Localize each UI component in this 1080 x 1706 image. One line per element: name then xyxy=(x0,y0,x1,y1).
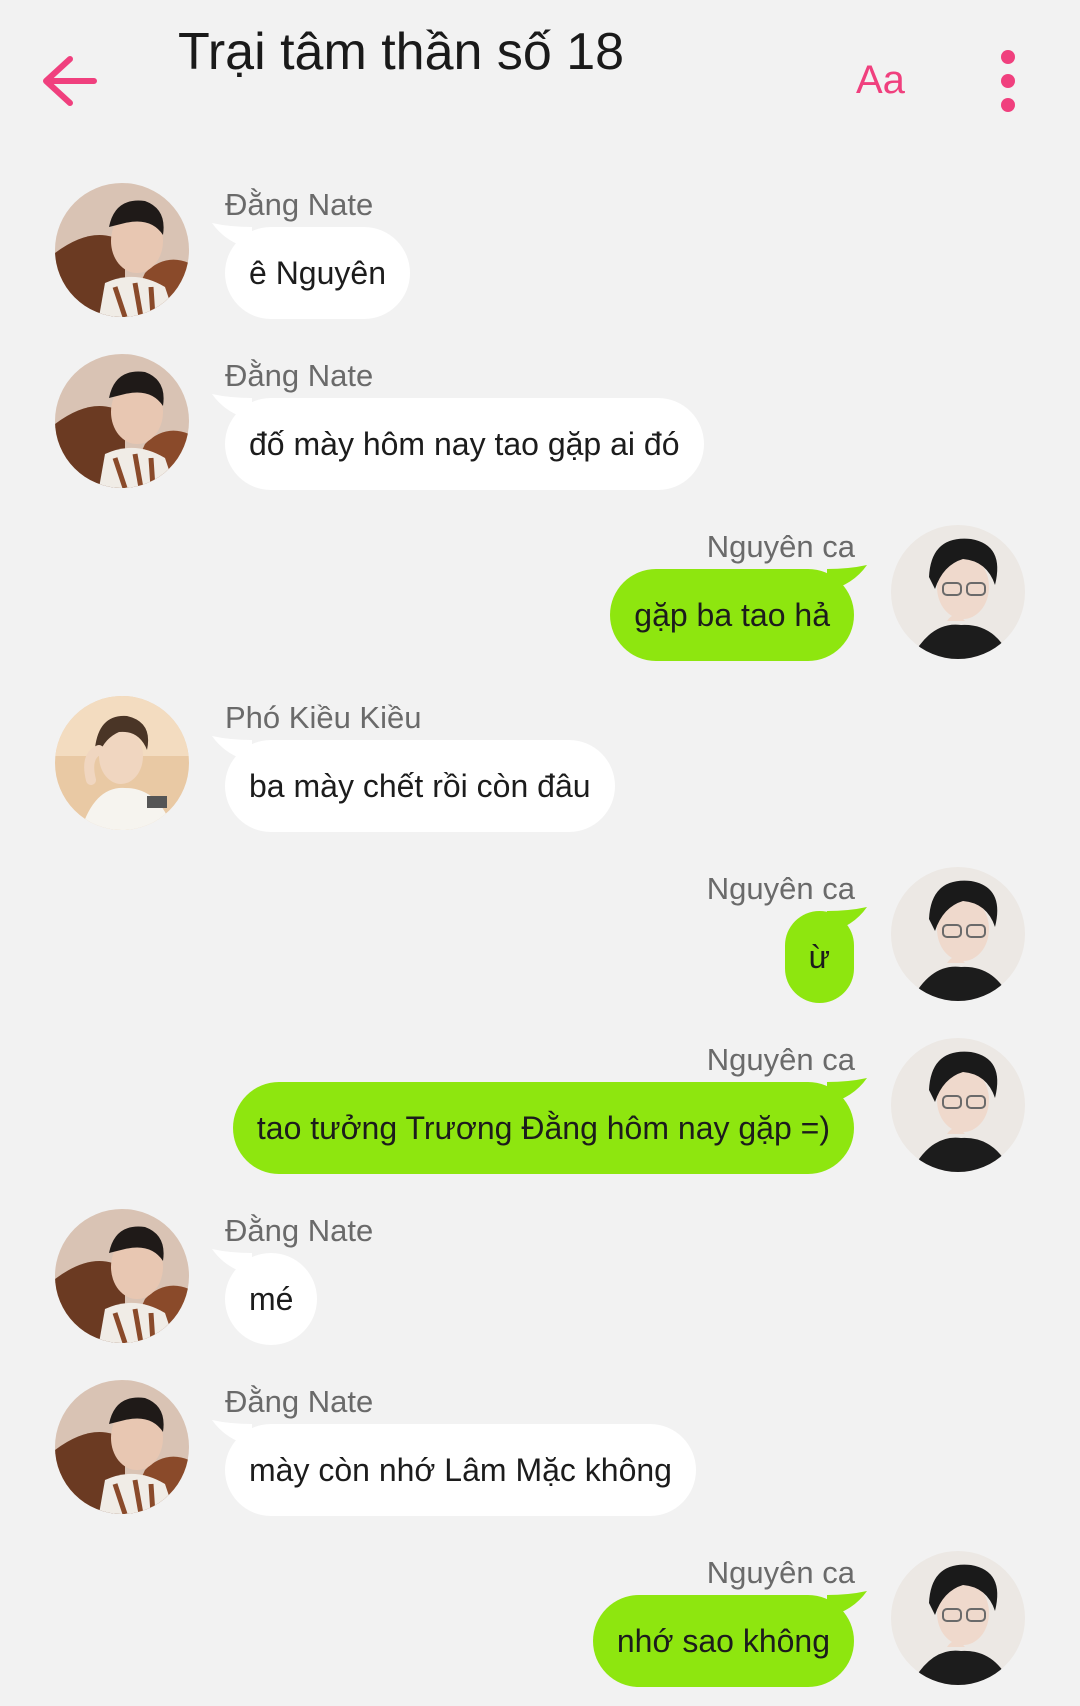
avatar-nguyen-ca[interactable] xyxy=(891,1038,1025,1172)
message-bubble[interactable]: ba mày chết rồi còn đâu xyxy=(225,740,615,832)
message-bubble[interactable]: ừ xyxy=(784,911,854,1003)
avatar-dang-nate[interactable] xyxy=(55,183,189,317)
avatar-dang-nate[interactable] xyxy=(55,1380,189,1514)
sender-name: Nguyên ca xyxy=(706,1042,855,1077)
message-bubble[interactable]: mày còn nhớ Lâm Mặc không xyxy=(225,1424,696,1516)
sender-name: Nguyên ca xyxy=(706,871,855,906)
message-bubble[interactable]: đố mày hôm nay tao gặp ai đó xyxy=(225,398,704,490)
message-bubble[interactable]: gặp ba tao hả xyxy=(610,569,854,661)
avatar-dang-nate[interactable] xyxy=(55,354,189,488)
chat-title: Trại tâm thần số 18 xyxy=(178,23,625,81)
sender-name: Đằng Nate xyxy=(225,1213,374,1248)
arrow-left-icon xyxy=(43,56,97,106)
sender-name: Phó Kiều Kiều xyxy=(225,700,422,735)
message-bubble[interactable]: nhớ sao không xyxy=(592,1595,854,1687)
more-vertical-icon xyxy=(1001,50,1015,64)
font-size-button[interactable]: Aa xyxy=(856,58,905,103)
back-button[interactable] xyxy=(40,55,100,107)
sender-name: Nguyên ca xyxy=(706,529,855,564)
message-bubble[interactable]: mé xyxy=(225,1253,318,1345)
avatar-dang-nate[interactable] xyxy=(55,1209,189,1343)
sender-name: Đằng Nate xyxy=(225,358,374,393)
sender-name: Nguyên ca xyxy=(706,1555,855,1590)
sender-name: Đằng Nate xyxy=(225,1384,374,1419)
sender-name: Đằng Nate xyxy=(225,187,374,222)
more-menu-button[interactable] xyxy=(990,48,1026,114)
avatar-nguyen-ca[interactable] xyxy=(891,867,1025,1001)
avatar-nguyen-ca[interactable] xyxy=(891,525,1025,659)
message-bubble[interactable]: ê Nguyên xyxy=(225,227,410,319)
avatar-nguyen-ca[interactable] xyxy=(891,1551,1025,1685)
chat-header: Trại tâm thần số 18 Aa xyxy=(0,0,1080,150)
message-bubble[interactable]: tao tưởng Trương Đằng hôm nay gặp =) xyxy=(232,1082,854,1174)
avatar-pho-kieu-kieu[interactable] xyxy=(55,696,189,830)
